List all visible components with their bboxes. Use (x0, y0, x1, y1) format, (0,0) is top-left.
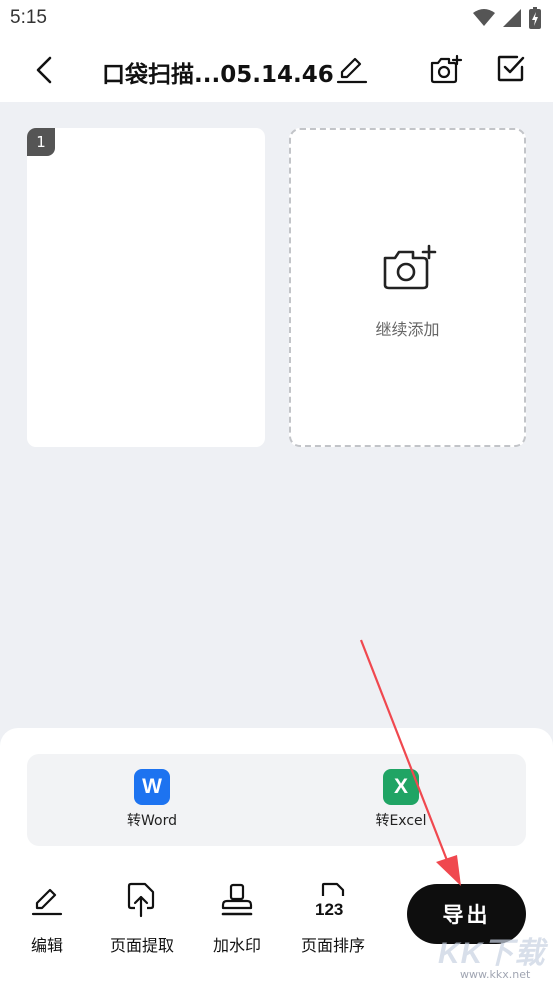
wifi-icon (473, 9, 495, 26)
add-watermark-button[interactable]: 加水印 (192, 882, 282, 962)
top-app-bar: 口袋扫描...05.14.46 (0, 38, 553, 102)
page-extract-label: 页面提取 (109, 936, 174, 955)
back-button[interactable] (28, 54, 60, 86)
add-watermark-label: 加水印 (212, 936, 261, 955)
page-thumbnail[interactable]: 1 (27, 128, 265, 447)
excel-icon: X (383, 769, 419, 805)
convert-word-label: 转Word (127, 813, 177, 829)
pencil-icon (336, 57, 368, 84)
page-upload-icon (124, 882, 160, 918)
page-sort-label: 页面排序 (300, 936, 365, 955)
chevron-left-icon (36, 56, 52, 84)
watermark-logo-text: KK下载 (438, 937, 546, 970)
page-extract-button[interactable]: 页面提取 (97, 882, 187, 962)
page-number-badge: 1 (27, 128, 55, 156)
camera-plus-icon (383, 244, 437, 290)
pencil-icon (29, 882, 65, 918)
word-icon: W (134, 769, 170, 805)
convert-panel: W 转Word X 转Excel (27, 754, 526, 846)
convert-word-button[interactable]: W 转Word (92, 754, 212, 846)
add-photo-button[interactable] (429, 53, 463, 85)
stamp-icon (219, 882, 255, 918)
continue-add-card[interactable]: 继续添加 (289, 128, 526, 447)
rename-button[interactable] (336, 53, 368, 85)
document-title: 口袋扫描...05.14.46 (102, 62, 334, 88)
edit-button[interactable]: 编辑 (2, 882, 92, 962)
system-icons (473, 7, 541, 29)
svg-text:123: 123 (315, 900, 343, 918)
site-watermark-logo: KK下载 www.kkx.net (438, 928, 553, 984)
status-time: 5:15 (10, 7, 47, 28)
convert-excel-button[interactable]: X 转Excel (341, 754, 461, 846)
convert-excel-label: 转Excel (375, 813, 427, 829)
battery-charging-icon (529, 7, 541, 29)
edit-label: 编辑 (30, 936, 63, 955)
checkbox-icon (497, 55, 525, 82)
page-sort-button[interactable]: 123 页面排序 (288, 882, 378, 962)
page-number-icon: 123 (315, 882, 351, 918)
status-bar: 5:15 (0, 0, 553, 38)
camera-plus-icon (430, 54, 463, 84)
signal-icon (503, 9, 521, 27)
continue-add-label: 继续添加 (375, 320, 440, 339)
watermark-url: www.kkx.net (460, 968, 531, 981)
multi-select-button[interactable] (495, 52, 527, 84)
